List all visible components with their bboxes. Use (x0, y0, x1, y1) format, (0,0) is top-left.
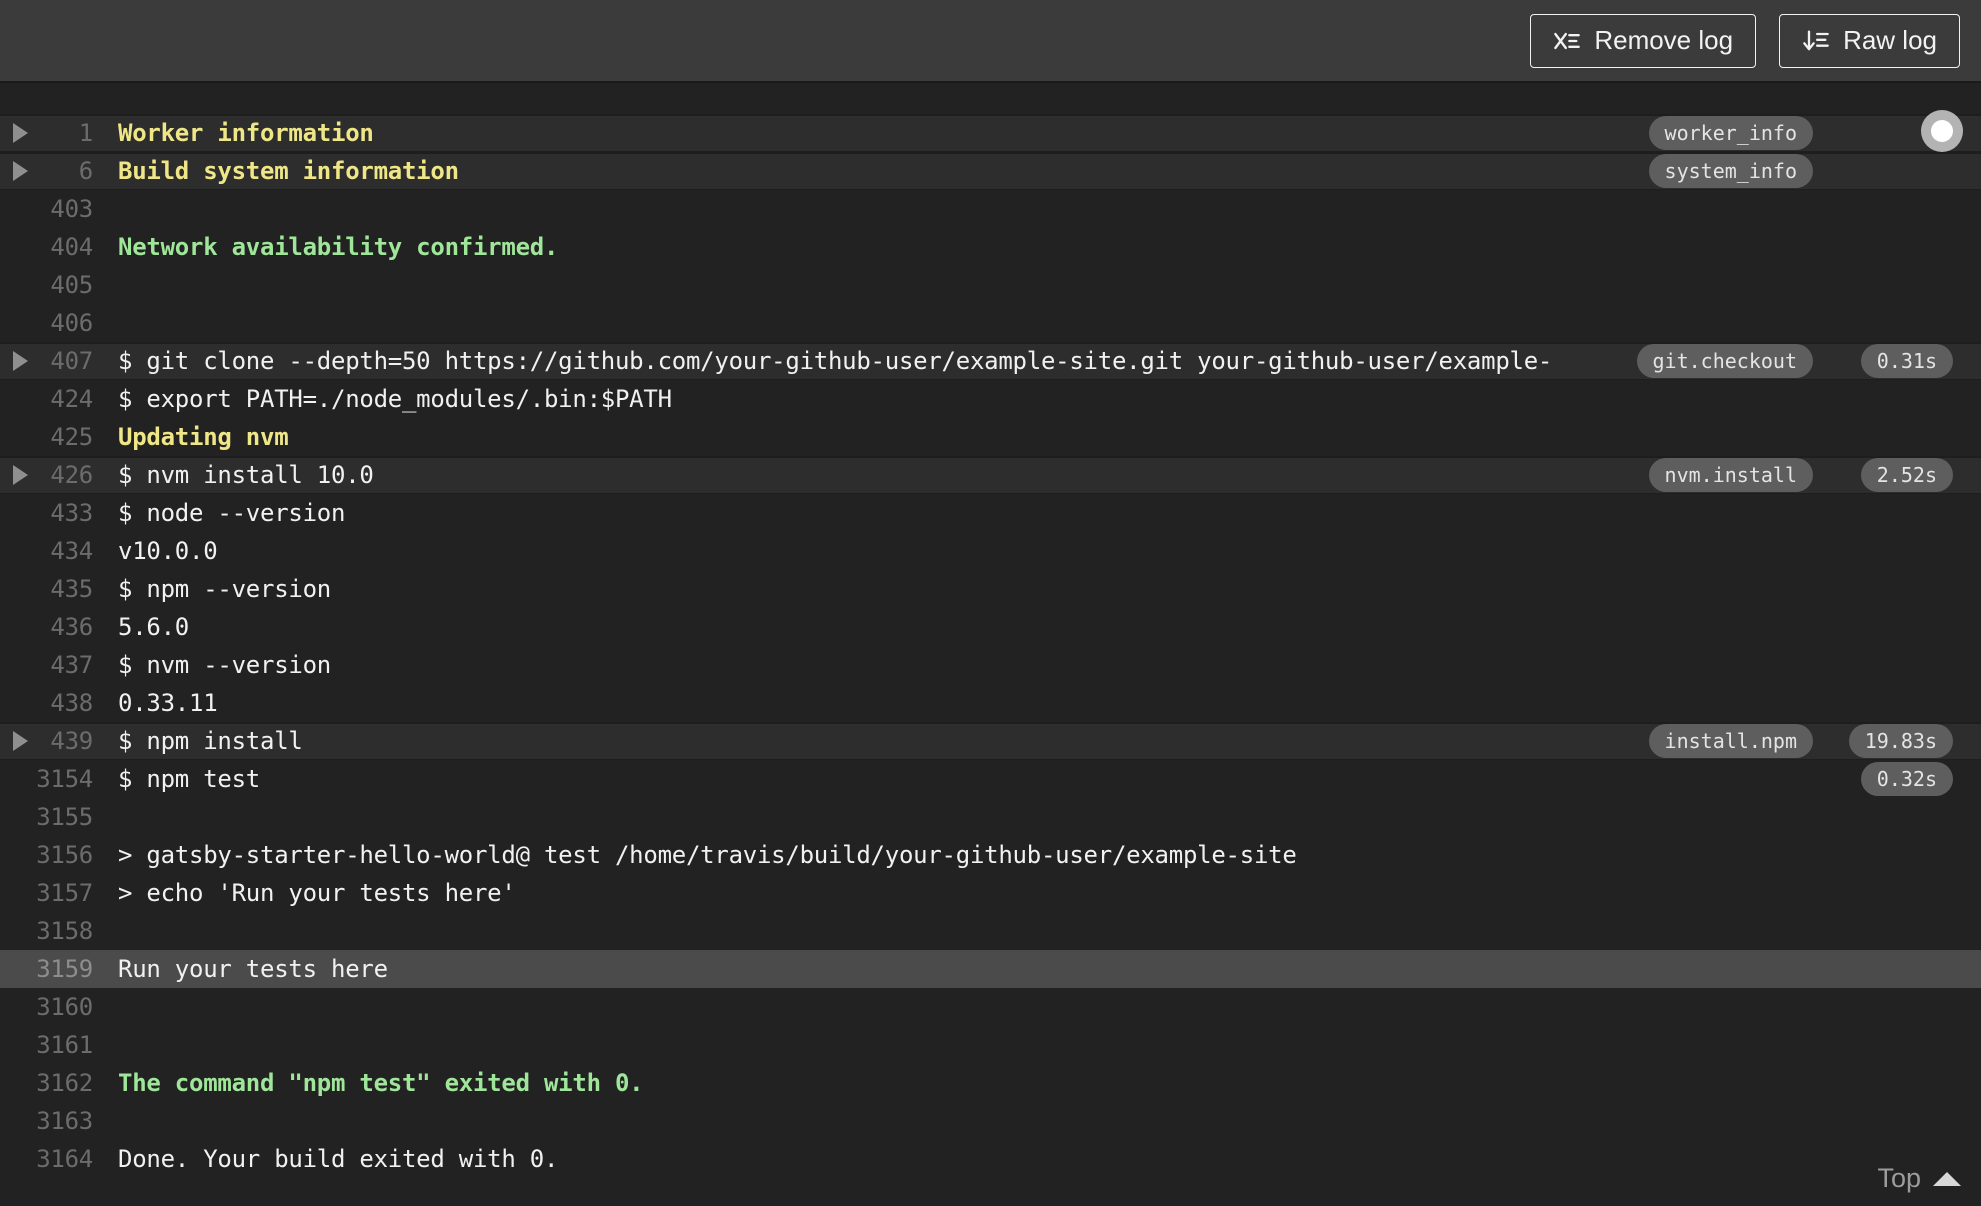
line-number[interactable]: 3154 (0, 765, 93, 793)
scroll-indicator-button[interactable] (1921, 110, 1963, 152)
line-number[interactable]: 434 (0, 537, 93, 565)
log-row: 6 Build system information system_info (0, 152, 1981, 190)
duration-badge: 19.83s (1848, 724, 1953, 758)
line-number[interactable]: 406 (0, 309, 93, 337)
log-row: 439 $ npm install install.npm 19.83s (0, 722, 1981, 760)
remove-log-label: Remove log (1594, 25, 1734, 55)
line-number[interactable]: 3156 (0, 841, 93, 869)
line-text: Worker information (118, 119, 374, 147)
line-number[interactable]: 425 (0, 423, 93, 451)
log-row: 433 $ node --version (0, 494, 1981, 532)
log-row: 3158 (0, 912, 1981, 950)
log-row: 3164 Done. Your build exited with 0. (0, 1140, 1981, 1178)
duration-badge: 0.32s (1860, 762, 1953, 796)
line-number[interactable]: 3158 (0, 917, 93, 945)
line-text: $ nvm --version (118, 651, 331, 679)
line-number[interactable]: 438 (0, 689, 93, 717)
line-text: The command "npm test" exited with 0. (118, 1069, 644, 1097)
log-row: 437 $ nvm --version (0, 646, 1981, 684)
line-number[interactable]: 403 (0, 195, 93, 223)
log-row: 3156 > gatsby-starter-hello-world@ test … (0, 836, 1981, 874)
log-row: 3155 (0, 798, 1981, 836)
line-text: v10.0.0 (118, 537, 218, 565)
line-number[interactable]: 3160 (0, 993, 93, 1021)
line-number[interactable]: 424 (0, 385, 93, 413)
line-number[interactable]: 436 (0, 613, 93, 641)
raw-log-label: Raw log (1843, 25, 1937, 55)
build-log: 1 Worker information worker_info 6 Build… (0, 83, 1981, 1206)
duration-badge: 0.31s (1860, 344, 1953, 378)
fold-tag-badge: worker_info (1648, 116, 1813, 150)
log-row: 434 v10.0.0 (0, 532, 1981, 570)
log-row: 435 $ npm --version (0, 570, 1981, 608)
line-text: $ npm test (118, 765, 260, 793)
scroll-to-top-link[interactable]: Top (1877, 1163, 1961, 1194)
log-row: 424 $ export PATH=./node_modules/.bin:$P… (0, 380, 1981, 418)
line-number[interactable]: 437 (0, 651, 93, 679)
line-number[interactable]: 3159 (0, 955, 93, 983)
log-row: 3160 (0, 988, 1981, 1026)
line-number[interactable]: 3157 (0, 879, 93, 907)
line-text: $ npm install (118, 727, 303, 755)
log-row: 426 $ nvm install 10.0 nvm.install 2.52s (0, 456, 1981, 494)
log-row: 3163 (0, 1102, 1981, 1140)
fold-toggle-icon[interactable] (13, 731, 28, 751)
line-text: Network availability confirmed. (118, 233, 559, 261)
log-row: 436 5.6.0 (0, 608, 1981, 646)
duration-badge: 2.52s (1860, 458, 1953, 492)
line-text: 0.33.11 (118, 689, 218, 717)
line-text: $ node --version (118, 499, 346, 527)
log-row: 407 $ git clone --depth=50 https://githu… (0, 342, 1981, 380)
line-text: $ npm --version (118, 575, 331, 603)
fold-toggle-icon[interactable] (13, 123, 28, 143)
log-row: 406 (0, 304, 1981, 342)
fold-tag-badge: nvm.install (1648, 458, 1813, 492)
line-number[interactable]: 404 (0, 233, 93, 261)
remove-log-icon (1553, 27, 1581, 55)
line-text: $ nvm install 10.0 (118, 461, 374, 489)
log-row: 425 Updating nvm (0, 418, 1981, 456)
log-row: 438 0.33.11 (0, 684, 1981, 722)
line-number[interactable]: 405 (0, 271, 93, 299)
fold-tag-badge: install.npm (1648, 724, 1813, 758)
log-row: 3157 > echo 'Run your tests here' (0, 874, 1981, 912)
line-text: $ git clone --depth=50 https://github.co… (118, 347, 1553, 375)
build-log-page: Remove log Raw log 1 Worker information … (0, 0, 1981, 1206)
fold-tag-badge: git.checkout (1636, 344, 1813, 378)
line-number[interactable]: 435 (0, 575, 93, 603)
line-number[interactable]: 3164 (0, 1145, 93, 1173)
line-text: 5.6.0 (118, 613, 189, 641)
line-text: Updating nvm (118, 423, 289, 451)
log-row: 3154 $ npm test 0.32s (0, 760, 1981, 798)
line-number[interactable]: 3161 (0, 1031, 93, 1059)
top-link-label: Top (1877, 1163, 1921, 1193)
download-raw-log-icon (1802, 27, 1830, 55)
line-text: $ export PATH=./node_modules/.bin:$PATH (118, 385, 672, 413)
log-row: 1 Worker information worker_info (0, 114, 1981, 152)
line-text: > gatsby-starter-hello-world@ test /home… (118, 841, 1297, 869)
log-row: 403 (0, 190, 1981, 228)
line-number[interactable]: 433 (0, 499, 93, 527)
log-toolbar: Remove log Raw log (0, 0, 1981, 83)
log-row: 405 (0, 266, 1981, 304)
log-rows: 1 Worker information worker_info 6 Build… (0, 83, 1981, 1178)
remove-log-button[interactable]: Remove log (1530, 13, 1757, 68)
fold-toggle-icon[interactable] (13, 465, 28, 485)
line-number[interactable]: 3163 (0, 1107, 93, 1135)
line-text: > echo 'Run your tests here' (118, 879, 516, 907)
caret-up-icon (1933, 1171, 1961, 1186)
log-row: 3162 The command "npm test" exited with … (0, 1064, 1981, 1102)
line-text: Run your tests here (118, 955, 388, 983)
line-text: Done. Your build exited with 0. (118, 1145, 559, 1173)
fold-toggle-icon[interactable] (13, 161, 28, 181)
log-row: 404 Network availability confirmed. (0, 228, 1981, 266)
line-number[interactable]: 3155 (0, 803, 93, 831)
raw-log-button[interactable]: Raw log (1779, 13, 1960, 68)
fold-toggle-icon[interactable] (13, 351, 28, 371)
line-text: Build system information (118, 157, 459, 185)
log-row: 3161 (0, 1026, 1981, 1064)
fold-tag-badge: system_info (1648, 154, 1813, 188)
log-row: 3159 Run your tests here (0, 950, 1981, 988)
line-number[interactable]: 3162 (0, 1069, 93, 1097)
